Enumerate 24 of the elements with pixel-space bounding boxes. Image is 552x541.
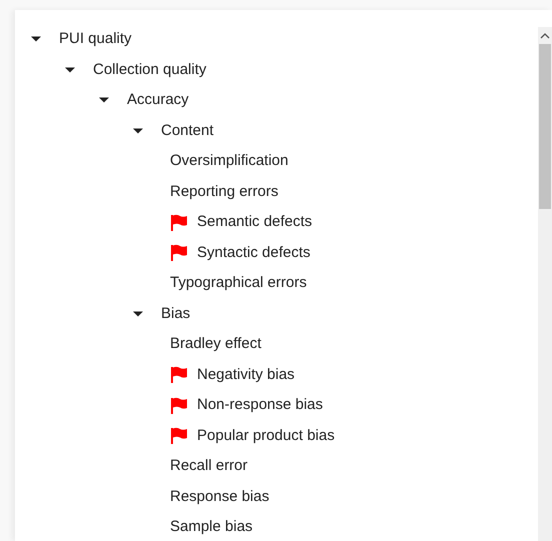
tree-item[interactable]: Reporting errors — [170, 182, 278, 201]
caret-icon[interactable] — [31, 34, 41, 44]
scrollbar[interactable] — [538, 27, 552, 541]
tree-item[interactable]: Negativity bias — [197, 366, 295, 384]
tree-item[interactable]: Syntactic defects — [197, 244, 310, 262]
tree-item[interactable]: Accuracy — [127, 91, 189, 110]
tree-item[interactable]: Content — [161, 122, 214, 140]
tree-item[interactable]: Oversimplification — [170, 152, 288, 170]
caret-icon[interactable] — [133, 126, 143, 136]
tree-item[interactable]: Collection quality — [93, 60, 206, 79]
caret-icon[interactable] — [133, 308, 143, 319]
tree-item[interactable]: Response bias — [170, 488, 270, 506]
tree-item[interactable]: Recall error — [170, 457, 248, 476]
caret-icon[interactable] — [65, 64, 75, 75]
tree-item[interactable]: Non-response bias — [197, 396, 323, 414]
tree-item[interactable]: Bradley effect — [170, 335, 262, 354]
caret-icon[interactable] — [99, 95, 109, 106]
tree-item[interactable]: PUI quality — [59, 30, 132, 48]
tree-item[interactable]: Popular product bias — [197, 426, 335, 445]
tree-item[interactable]: Bias — [161, 304, 190, 323]
scroll-up-icon[interactable] — [540, 32, 550, 40]
tree-item[interactable]: Sample bias — [170, 518, 253, 536]
tree-item[interactable]: Semantic defects — [197, 213, 312, 232]
tree-item[interactable]: Typographical errors — [170, 274, 307, 292]
